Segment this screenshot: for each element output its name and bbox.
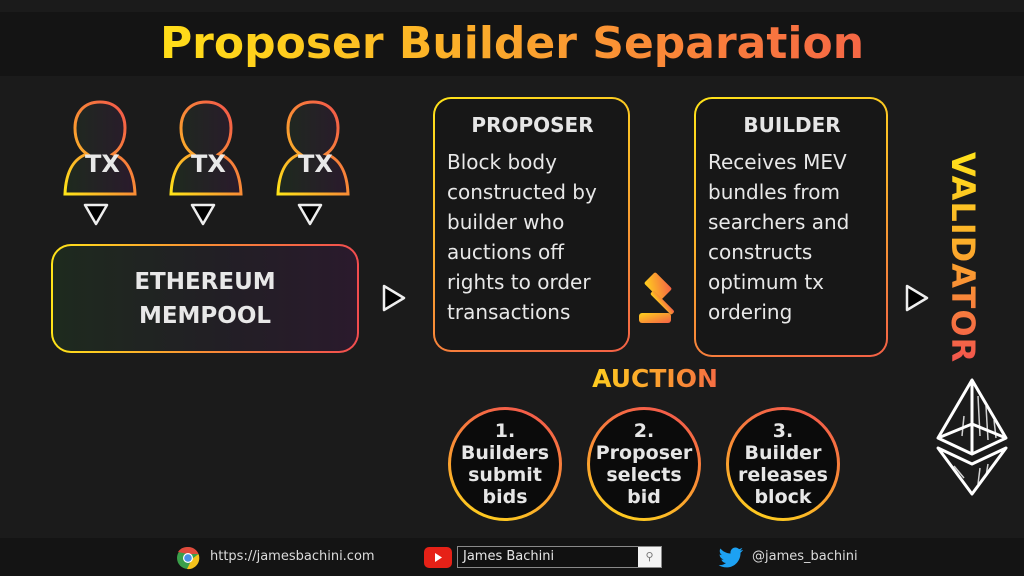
step-line: block (754, 486, 812, 508)
step-number: 2. (633, 420, 655, 442)
step-line: bids (482, 486, 528, 508)
auction-label: AUCTION (560, 364, 750, 393)
tx-person-icon: TX (61, 98, 139, 198)
auction-step-2: 2. Proposer selects bid (587, 407, 701, 521)
chrome-icon (177, 546, 200, 570)
step-line: Builders (460, 442, 550, 464)
proposer-card: PROPOSER Block body constructed by build… (433, 97, 630, 352)
auction-step-3: 3. Builder releases block (726, 407, 840, 521)
youtube-search-input[interactable]: James Bachini ⚲ (457, 546, 662, 568)
step-line: releases (738, 464, 828, 486)
step-line: Proposer (595, 442, 693, 464)
triangle-down-icon (297, 203, 323, 226)
triangle-right-icon (382, 284, 406, 312)
step-number: 1. (494, 420, 516, 442)
mempool-label: ETHEREUM MEMPOOL (53, 246, 357, 351)
step-number: 3. (772, 420, 794, 442)
auction-step-1: 1. Builders submit bids (448, 407, 562, 521)
ethereum-mempool-box: ETHEREUM MEMPOOL (51, 244, 359, 353)
youtube-search-value: James Bachini (463, 549, 555, 564)
builder-card: BUILDER Receives MEV bundles from search… (694, 97, 888, 357)
triangle-down-icon (190, 203, 216, 226)
page-title: Proposer Builder Separation (0, 14, 1024, 74)
search-button[interactable]: ⚲ (638, 547, 661, 567)
triangle-down-icon (83, 203, 109, 226)
ethereum-logo-icon (936, 378, 1008, 496)
youtube-icon (424, 547, 452, 568)
validator-label: VALIDATOR (941, 148, 985, 368)
twitter-icon (718, 547, 743, 568)
search-icon: ⚲ (645, 550, 654, 563)
tx-label: TX (298, 150, 333, 178)
gavel-icon (639, 272, 674, 323)
step-line: bid (627, 486, 661, 508)
proposer-title: PROPOSER (471, 113, 594, 137)
builder-description: Receives MEV bundles from searchers and … (708, 150, 850, 324)
tx-label: TX (85, 150, 120, 178)
tx-person-icon: TX (274, 98, 352, 198)
step-line: Builder (744, 442, 822, 464)
proposer-description: Block body constructed by builder who au… (447, 150, 597, 324)
tx-person-icon: TX (167, 98, 245, 198)
website-link[interactable]: https://jamesbachini.com (210, 549, 375, 564)
tx-label: TX (191, 150, 226, 178)
step-line: submit (468, 464, 542, 486)
step-line: selects (606, 464, 682, 486)
twitter-handle[interactable]: @james_bachini (752, 549, 858, 564)
builder-title: BUILDER (743, 113, 841, 137)
triangle-right-icon (905, 284, 929, 312)
